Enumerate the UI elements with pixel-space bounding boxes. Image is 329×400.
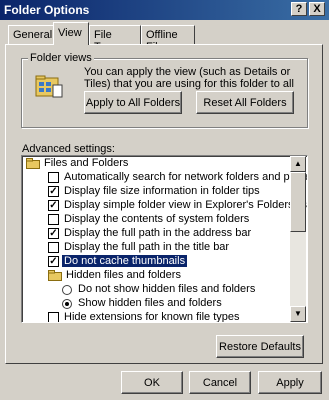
radio-button[interactable]: [62, 285, 72, 295]
setting-label: Display simple folder view in Explorer's…: [64, 199, 308, 211]
setting-label: Show hidden files and folders: [78, 297, 222, 309]
scroll-down-button[interactable]: ▼: [290, 306, 306, 322]
setting-system-folders-contents[interactable]: Display the contents of system folders: [48, 213, 251, 226]
tree-folder-hidden-files[interactable]: Hidden files and folders: [48, 269, 183, 282]
setting-full-path-address-bar[interactable]: ✓ Display the full path in the address b…: [48, 227, 253, 240]
setting-label: Display the full path in the title bar: [64, 241, 230, 253]
setting-auto-search-network[interactable]: Automatically search for network folders…: [48, 171, 308, 184]
setting-show-hidden[interactable]: Show hidden files and folders: [62, 297, 224, 310]
tab-general[interactable]: General: [8, 25, 54, 44]
checkbox-checked[interactable]: ✓: [48, 200, 59, 211]
help-button[interactable]: ?: [291, 2, 307, 16]
folder-views-legend: Folder views: [28, 52, 94, 64]
tab-offline-files[interactable]: Offline Files: [141, 25, 195, 53]
advanced-settings-label: Advanced settings:: [22, 143, 115, 155]
scroll-thumb[interactable]: [290, 172, 306, 232]
checkbox[interactable]: [48, 242, 59, 253]
ok-button[interactable]: OK: [121, 371, 183, 394]
setting-label: Display the full path in the address bar: [64, 227, 252, 239]
tree-folder-label: Hidden files and folders: [66, 269, 181, 281]
setting-label: Display the contents of system folders: [64, 213, 250, 225]
checkbox[interactable]: [48, 214, 59, 225]
setting-full-path-title-bar[interactable]: Display the full path in the title bar: [48, 241, 231, 254]
apply-button[interactable]: Apply: [258, 371, 322, 394]
title-bar: Folder Options: [0, 0, 329, 20]
cancel-button[interactable]: Cancel: [189, 371, 251, 394]
reset-all-folders-button[interactable]: Reset All Folders: [196, 91, 294, 114]
window-title: Folder Options: [4, 3, 90, 17]
setting-do-not-show-hidden[interactable]: Do not show hidden files and folders: [62, 283, 257, 296]
setting-display-file-size[interactable]: ✓ Display file size information in folde…: [48, 185, 262, 198]
setting-label: Display file size information in folder …: [64, 185, 260, 197]
checkbox-checked[interactable]: ✓: [48, 186, 59, 197]
setting-label: Do not show hidden files and folders: [78, 283, 256, 295]
restore-defaults-button[interactable]: Restore Defaults: [216, 335, 304, 358]
folder-icon: [26, 158, 40, 169]
folder-views-icon: [35, 75, 63, 98]
tab-view[interactable]: View: [53, 22, 89, 45]
radio-button-selected[interactable]: [62, 299, 72, 309]
checkbox[interactable]: [48, 312, 59, 322]
checkbox-checked[interactable]: ✓: [48, 256, 59, 267]
checkbox-checked[interactable]: ✓: [48, 228, 59, 239]
setting-simple-folder-view[interactable]: ✓ Display simple folder view in Explorer…: [48, 199, 308, 212]
setting-hide-extensions[interactable]: Hide extensions for known file types: [48, 311, 241, 323]
checkbox[interactable]: [48, 172, 59, 183]
setting-do-not-cache-thumbnails[interactable]: ✓ Do not cache thumbnails: [48, 254, 189, 268]
apply-to-all-folders-button[interactable]: Apply to All Folders: [84, 91, 182, 114]
setting-label: Automatically search for network folders…: [64, 171, 308, 183]
tab-file-types[interactable]: File Types: [89, 25, 141, 53]
vertical-scrollbar[interactable]: ▲ ▼: [290, 156, 306, 322]
scroll-up-button[interactable]: ▲: [290, 156, 306, 172]
close-button[interactable]: X: [309, 2, 325, 16]
tree-folder-files-and-folders[interactable]: Files and Folders: [24, 157, 130, 170]
tree-folder-label: Files and Folders: [44, 157, 129, 169]
setting-label: Hide extensions for known file types: [64, 311, 240, 323]
folder-icon: [48, 270, 62, 281]
setting-label: Do not cache thumbnails: [60, 254, 189, 268]
advanced-settings-list[interactable]: Files and Folders Automatically search f…: [21, 155, 308, 323]
